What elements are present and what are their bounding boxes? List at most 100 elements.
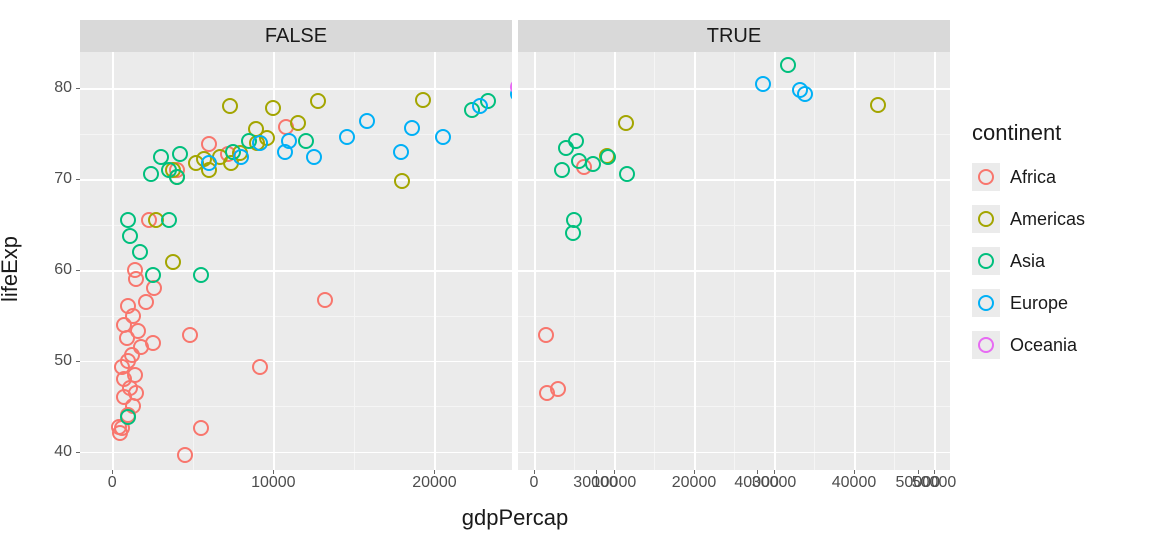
data-point xyxy=(201,136,217,152)
legend-item: Africa xyxy=(972,156,1142,198)
x-tick-label: 30000 xyxy=(752,474,797,492)
y-tick-label: 80 xyxy=(54,79,72,97)
data-point xyxy=(122,228,138,244)
x-tick-label: 20000 xyxy=(412,474,457,492)
data-point xyxy=(145,267,161,283)
legend-item: Americas xyxy=(972,198,1142,240)
data-point xyxy=(120,212,136,228)
legend: continent Africa Americas Asia Europe Oceani… xyxy=(972,120,1142,366)
chart-root: lifeExp FALSE010000200003000040000500004… xyxy=(0,0,1152,537)
legend-key xyxy=(972,205,1000,233)
y-tick-label: 60 xyxy=(54,261,72,279)
data-point xyxy=(394,173,410,189)
data-point xyxy=(290,115,306,131)
legend-item: Oceania xyxy=(972,324,1142,366)
data-point xyxy=(797,86,813,102)
data-point xyxy=(165,254,181,270)
data-point xyxy=(550,381,566,397)
data-point xyxy=(177,447,193,463)
data-point xyxy=(755,76,771,92)
data-point xyxy=(201,155,217,171)
data-point xyxy=(317,292,333,308)
legend-key xyxy=(972,289,1000,317)
data-point xyxy=(600,149,616,165)
data-point xyxy=(146,280,162,296)
data-point xyxy=(252,135,268,151)
y-tick-label: 40 xyxy=(54,443,72,461)
data-point xyxy=(127,262,143,278)
x-axis-label: gdpPercap xyxy=(462,505,568,531)
legend-circle-icon xyxy=(978,337,994,353)
x-tick-label: 0 xyxy=(108,474,117,492)
data-point xyxy=(298,133,314,149)
data-point xyxy=(538,327,554,343)
x-tick-label: 10000 xyxy=(592,474,637,492)
facet-strip-label: TRUE xyxy=(518,20,950,52)
data-point xyxy=(172,146,188,162)
data-point xyxy=(359,113,375,129)
data-point xyxy=(252,359,268,375)
data-point xyxy=(143,166,159,182)
legend-label: Americas xyxy=(1010,209,1085,230)
data-point xyxy=(138,294,154,310)
x-tick-label: 50000 xyxy=(912,474,957,492)
legend-circle-icon xyxy=(978,295,994,311)
data-point xyxy=(153,149,169,165)
x-tick-label: 0 xyxy=(530,474,539,492)
legend-label: Asia xyxy=(1010,251,1045,272)
y-tick-label: 50 xyxy=(54,352,72,370)
x-tick-label: 40000 xyxy=(832,474,877,492)
legend-title: continent xyxy=(972,120,1142,146)
legend-item: Europe xyxy=(972,282,1142,324)
data-point xyxy=(571,153,587,169)
plot-area xyxy=(518,52,950,470)
data-point xyxy=(193,267,209,283)
legend-circle-icon xyxy=(978,253,994,269)
facet-strip-label: FALSE xyxy=(80,20,512,52)
data-point xyxy=(306,149,322,165)
data-point xyxy=(870,97,886,113)
data-point xyxy=(193,420,209,436)
y-tick-label: 70 xyxy=(54,170,72,188)
data-point xyxy=(619,166,635,182)
data-point xyxy=(554,162,570,178)
data-point xyxy=(339,129,355,145)
data-point xyxy=(281,133,297,149)
data-point xyxy=(393,144,409,160)
data-point xyxy=(780,57,796,73)
legend-key xyxy=(972,247,1000,275)
facet-panels: FALSE01000020000300004000050000405060708… xyxy=(80,20,950,470)
plot-area xyxy=(80,52,512,470)
legend-circle-icon xyxy=(978,169,994,185)
data-point xyxy=(130,323,146,339)
data-point xyxy=(558,140,574,156)
legend-label: Europe xyxy=(1010,293,1068,314)
data-point xyxy=(472,98,488,114)
data-point xyxy=(233,149,249,165)
legend-label: Africa xyxy=(1010,167,1056,188)
data-point xyxy=(145,335,161,351)
data-point xyxy=(120,409,136,425)
data-point xyxy=(161,212,177,228)
legend-label: Oceania xyxy=(1010,335,1077,356)
data-point xyxy=(310,93,326,109)
data-point xyxy=(182,327,198,343)
x-tick-label: 20000 xyxy=(672,474,717,492)
x-tick-label: 10000 xyxy=(251,474,296,492)
data-point xyxy=(618,115,634,131)
data-point xyxy=(435,129,451,145)
legend-item: Asia xyxy=(972,240,1142,282)
data-point xyxy=(415,92,431,108)
legend-circle-icon xyxy=(978,211,994,227)
data-point xyxy=(265,100,281,116)
data-point xyxy=(566,212,582,228)
facet-panel: FALSE01000020000300004000050000405060708… xyxy=(80,20,512,470)
data-point xyxy=(120,298,136,314)
data-point xyxy=(404,120,420,136)
y-axis-label: lifeExp xyxy=(0,235,23,301)
legend-key xyxy=(972,331,1000,359)
legend-key xyxy=(972,163,1000,191)
facet-panel: TRUE01000020000300004000050000 xyxy=(518,20,950,470)
data-point xyxy=(132,244,148,260)
data-point xyxy=(222,98,238,114)
